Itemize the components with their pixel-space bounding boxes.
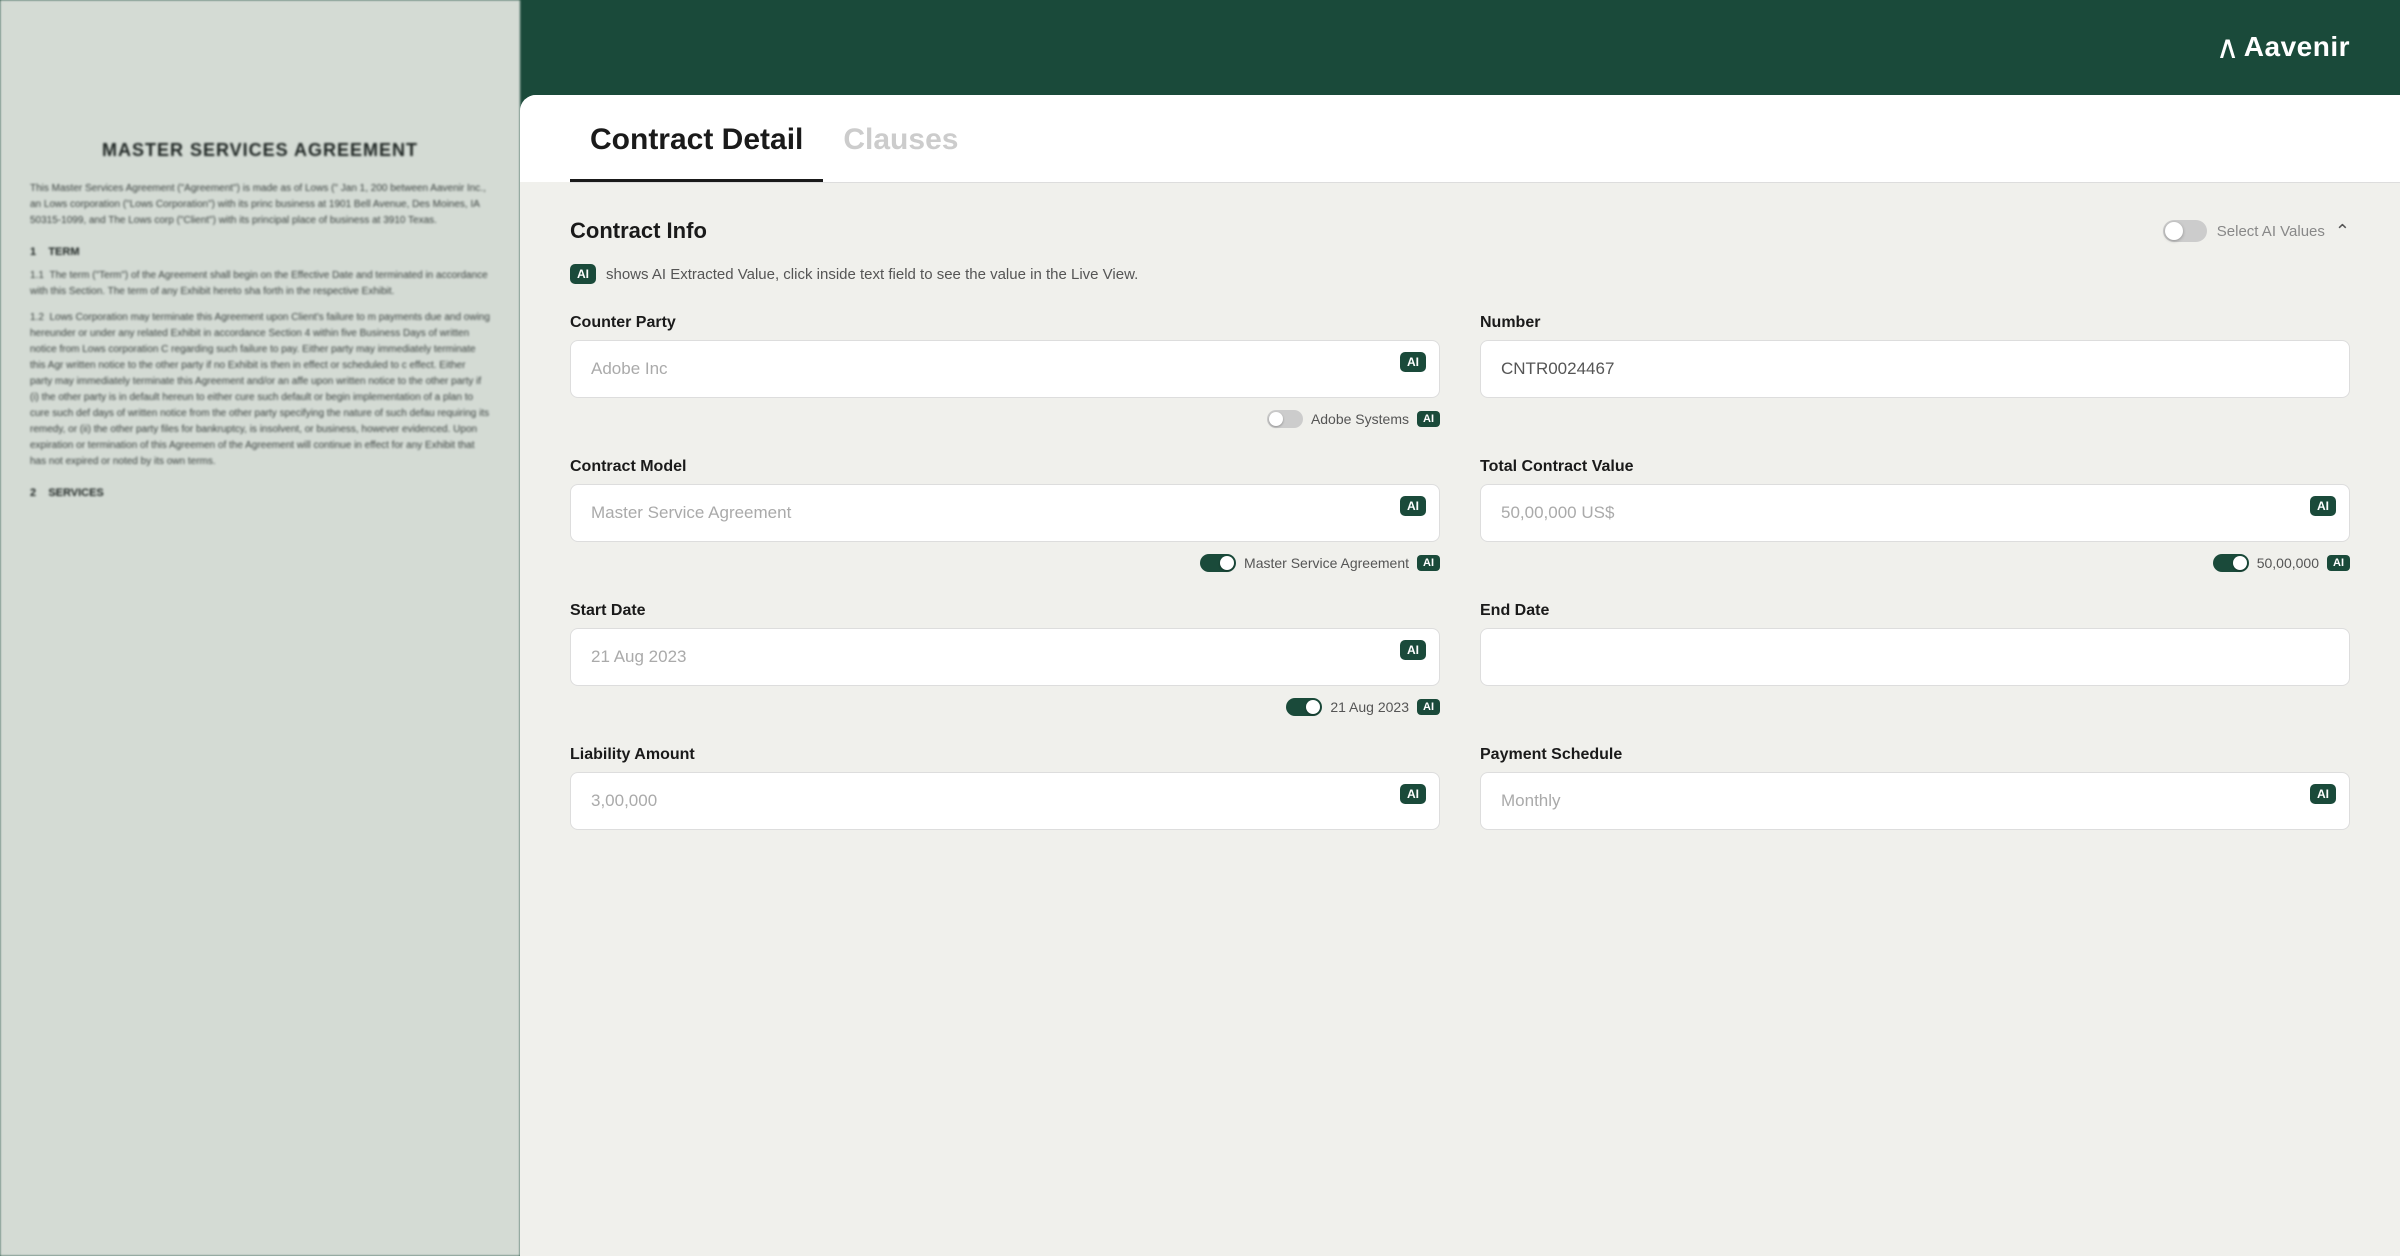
end-date-group: End Date: [1480, 602, 2350, 716]
contract-model-suggestion: Master Service Agreement AI: [570, 554, 1440, 572]
counter-party-suggestion-text: Adobe Systems: [1311, 411, 1409, 427]
number-label: Number: [1480, 314, 2350, 332]
total-value-label: Total Contract Value: [1480, 458, 2350, 476]
payment-schedule-ai-badge: AI: [2310, 784, 2336, 804]
ai-toggle-label: Select AI Values: [2217, 223, 2325, 240]
counter-party-suggestion-ai: AI: [1417, 411, 1440, 427]
counter-party-wrapper: AI: [570, 340, 1440, 398]
counter-party-group: Counter Party AI Adobe Systems AI: [570, 314, 1440, 428]
total-value-suggestion-text: 50,00,000: [2257, 555, 2319, 571]
ai-toggle-area: Select AI Values ⌃: [2163, 220, 2350, 242]
end-date-label: End Date: [1480, 602, 2350, 620]
start-date-toggle[interactable]: [1286, 698, 1322, 716]
liability-amount-label: Liability Amount: [570, 746, 1440, 764]
logo-icon: ∧: [2216, 28, 2240, 66]
contract-model-group: Contract Model AI Master Service Agreeme…: [570, 458, 1440, 572]
start-date-suggestion: 21 Aug 2023 AI: [570, 698, 1440, 716]
start-date-input[interactable]: [570, 628, 1440, 686]
number-input[interactable]: [1480, 340, 2350, 398]
ai-badge-notice: AI: [570, 264, 596, 284]
bg-doc-section-1: 1 TERM: [30, 244, 490, 262]
contract-model-wrapper: AI: [570, 484, 1440, 542]
form-grid: Counter Party AI Adobe Systems AI Number: [570, 314, 2350, 830]
start-date-wrapper: AI: [570, 628, 1440, 686]
ai-toggle-thumb: [2165, 222, 2183, 240]
bg-doc-title: MASTER SERVICES AGREEMENT: [30, 140, 490, 161]
end-date-wrapper: [1480, 628, 2350, 686]
start-date-suggestion-ai: AI: [1417, 699, 1440, 715]
total-value-wrapper: AI: [1480, 484, 2350, 542]
tab-clauses[interactable]: Clauses: [823, 95, 978, 182]
contract-model-ai-badge: AI: [1400, 496, 1426, 516]
payment-schedule-label: Payment Schedule: [1480, 746, 2350, 764]
payment-schedule-group: Payment Schedule AI: [1480, 746, 2350, 830]
liability-amount-group: Liability Amount AI: [570, 746, 1440, 830]
payment-schedule-input[interactable]: [1480, 772, 2350, 830]
bg-doc-para-1: This Master Services Agreement ("Agreeme…: [30, 181, 490, 229]
background-document: MASTER SERVICES AGREEMENT This Master Se…: [0, 0, 520, 1256]
number-wrapper: [1480, 340, 2350, 398]
contract-model-suggestion-ai: AI: [1417, 555, 1440, 571]
number-group: Number: [1480, 314, 2350, 428]
ai-notice: AI shows AI Extracted Value, click insid…: [570, 264, 2350, 284]
liability-amount-wrapper: AI: [570, 772, 1440, 830]
end-date-input[interactable]: [1480, 628, 2350, 686]
total-value-suggestion: 50,00,000 AI: [1480, 554, 2350, 572]
contract-model-suggestion-text: Master Service Agreement: [1244, 555, 1409, 571]
start-date-toggle-thumb: [1306, 700, 1320, 714]
chevron-up-icon[interactable]: ⌃: [2335, 221, 2350, 242]
counter-party-toggle-thumb: [1269, 412, 1283, 426]
bg-doc-para-2: 1.1 The term ("Term") of the Agreement s…: [30, 268, 490, 300]
contract-model-toggle[interactable]: [1200, 554, 1236, 572]
bg-doc-para-3: 1.2 Lows Corporation may terminate this …: [30, 310, 490, 470]
panel-content[interactable]: Contract Info Select AI Values ⌃ AI show…: [520, 183, 2400, 1256]
main-panel: Contract Detail Clauses Contract Info Se…: [520, 95, 2400, 1256]
counter-party-label: Counter Party: [570, 314, 1440, 332]
ai-toggle[interactable]: [2163, 220, 2207, 242]
app-logo: ∧ Aavenir: [2216, 28, 2350, 66]
total-value-input[interactable]: [1480, 484, 2350, 542]
logo-text: Aavenir: [2244, 31, 2350, 63]
total-value-ai-badge: AI: [2310, 496, 2336, 516]
total-value-suggestion-ai: AI: [2327, 555, 2350, 571]
total-value-group: Total Contract Value AI 50,00,000 AI: [1480, 458, 2350, 572]
tab-contract-detail[interactable]: Contract Detail: [570, 95, 823, 182]
start-date-group: Start Date AI 21 Aug 2023 AI: [570, 602, 1440, 716]
liability-amount-input[interactable]: [570, 772, 1440, 830]
section-header: Contract Info Select AI Values ⌃: [570, 218, 2350, 244]
counter-party-toggle[interactable]: [1267, 410, 1303, 428]
bg-doc-section-2: 2 SERVICES: [30, 485, 490, 503]
contract-model-label: Contract Model: [570, 458, 1440, 476]
payment-schedule-wrapper: AI: [1480, 772, 2350, 830]
start-date-label: Start Date: [570, 602, 1440, 620]
liability-amount-ai-badge: AI: [1400, 784, 1426, 804]
total-value-toggle-thumb: [2233, 556, 2247, 570]
start-date-ai-badge: AI: [1400, 640, 1426, 660]
contract-model-input[interactable]: [570, 484, 1440, 542]
tabs-container: Contract Detail Clauses: [520, 95, 2400, 182]
ai-notice-text: shows AI Extracted Value, click inside t…: [606, 266, 1138, 283]
contract-model-toggle-thumb: [1220, 556, 1234, 570]
counter-party-ai-badge: AI: [1400, 352, 1426, 372]
section-title: Contract Info: [570, 218, 707, 244]
total-value-toggle[interactable]: [2213, 554, 2249, 572]
counter-party-suggestion: Adobe Systems AI: [570, 410, 1440, 428]
counter-party-input[interactable]: [570, 340, 1440, 398]
start-date-suggestion-text: 21 Aug 2023: [1330, 699, 1409, 715]
